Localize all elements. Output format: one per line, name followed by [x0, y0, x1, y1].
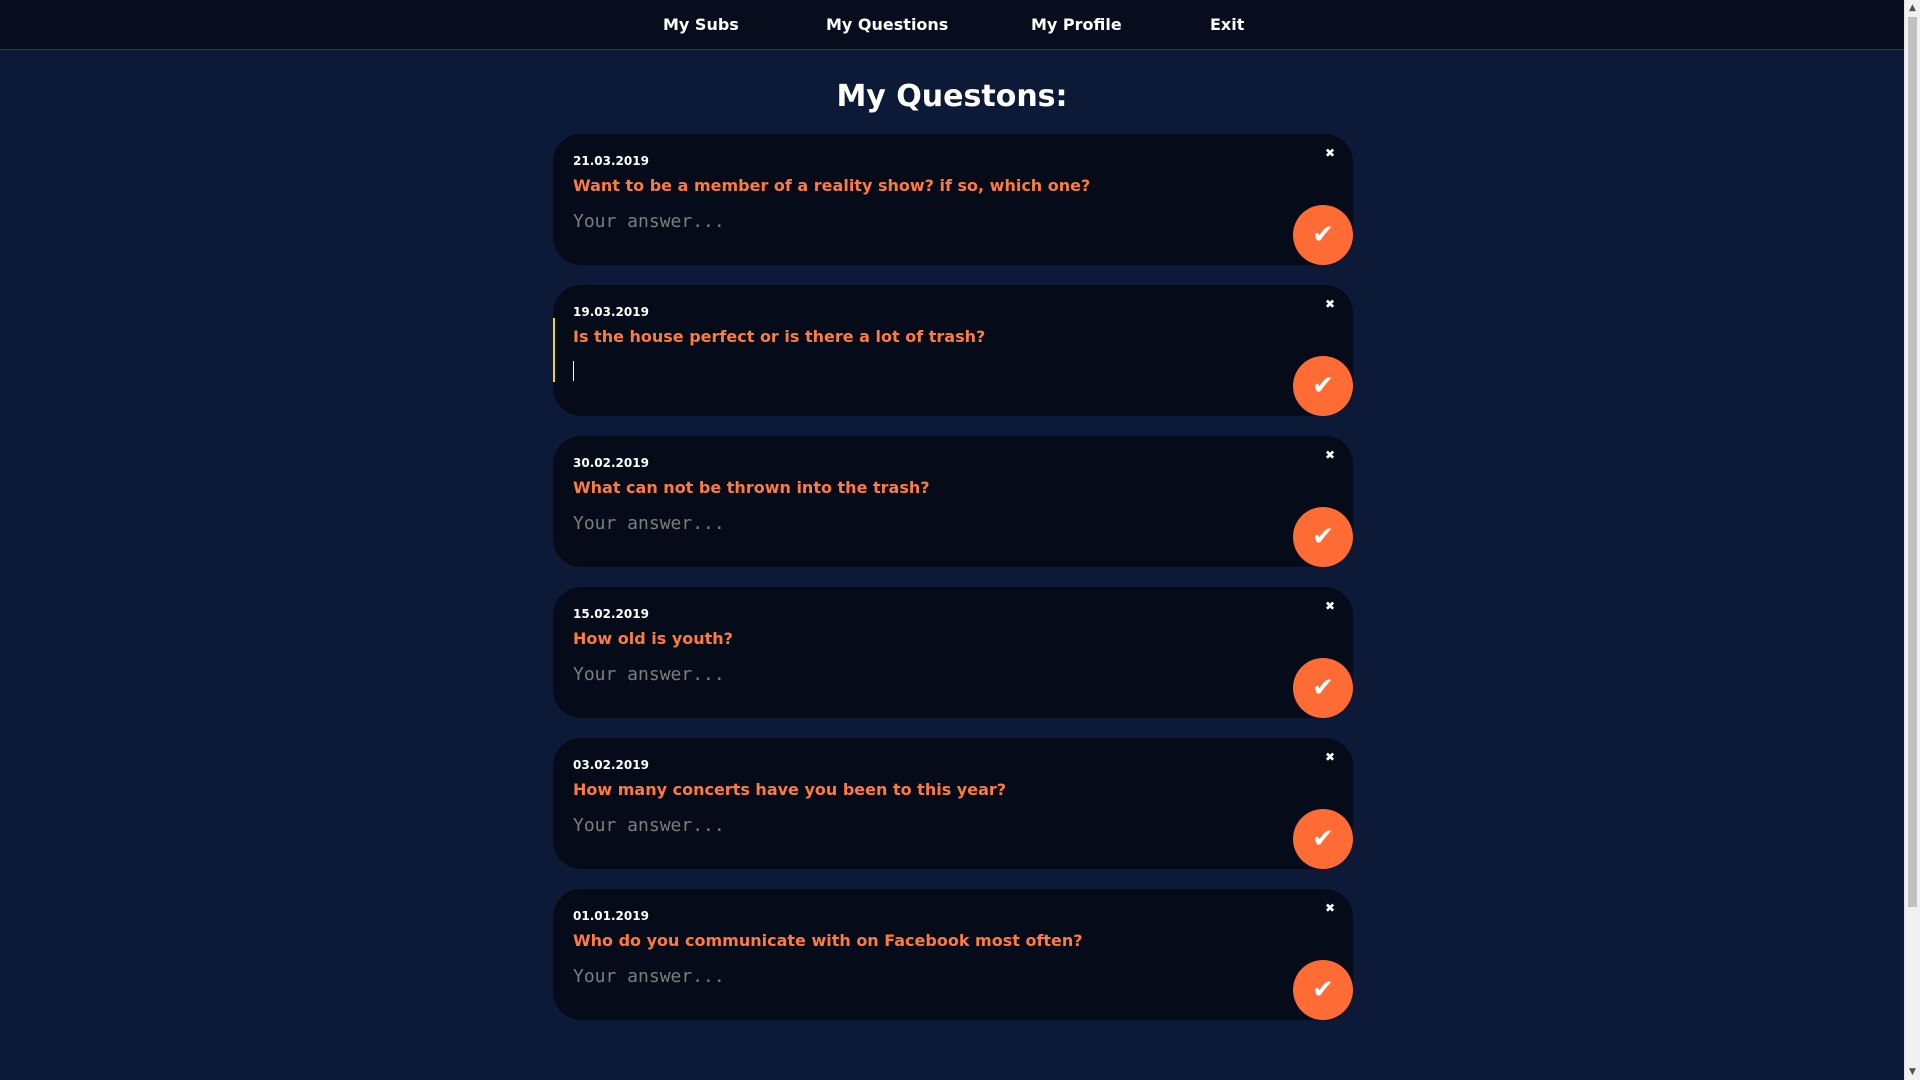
answer-input[interactable] — [573, 963, 1213, 991]
answer-input[interactable] — [573, 359, 1213, 387]
submit-answer-button[interactable]: ✔ — [1293, 658, 1353, 718]
scroll-down-arrow-icon[interactable]: ▼ — [1905, 1064, 1920, 1080]
answer-input[interactable] — [573, 812, 1213, 840]
question-card: 15.02.2019 How old is youth? ✖ ✔ — [553, 587, 1353, 718]
submit-answer-button[interactable]: ✔ — [1293, 356, 1353, 416]
question-card: 19.03.2019 Is the house perfect or is the… — [553, 285, 1353, 416]
checkmark-icon: ✔ — [1312, 522, 1334, 552]
question-date: 21.03.2019 — [573, 154, 649, 168]
checkmark-icon: ✔ — [1312, 975, 1334, 1005]
question-text: How old is youth? — [573, 629, 733, 648]
question-text: Who do you communicate with on Facebook … — [573, 931, 1083, 950]
nav-my-subs[interactable]: My Subs — [663, 14, 739, 36]
close-icon[interactable]: ✖ — [1323, 146, 1337, 160]
question-text: What can not be thrown into the trash? — [573, 478, 930, 497]
checkmark-icon: ✔ — [1312, 220, 1334, 250]
close-icon[interactable]: ✖ — [1323, 750, 1337, 764]
question-card: 30.02.2019 What can not be thrown into th… — [553, 436, 1353, 567]
checkmark-icon: ✔ — [1312, 824, 1334, 854]
close-icon[interactable]: ✖ — [1323, 599, 1337, 613]
top-nav: My Subs My Questions My Profile Exit — [0, 0, 1904, 50]
question-card: 21.03.2019 Want to be a member of a reali… — [553, 134, 1353, 265]
question-date: 30.02.2019 — [573, 456, 649, 470]
page: My Subs My Questions My Profile Exit My … — [0, 0, 1920, 1080]
question-date: 03.02.2019 — [573, 758, 649, 772]
nav-my-profile[interactable]: My Profile — [1031, 14, 1122, 36]
submit-answer-button[interactable]: ✔ — [1293, 809, 1353, 869]
answer-input[interactable] — [573, 208, 1213, 236]
question-date: 19.03.2019 — [573, 305, 649, 319]
submit-answer-button[interactable]: ✔ — [1293, 507, 1353, 567]
focus-indicator — [553, 318, 555, 382]
question-date: 15.02.2019 — [573, 607, 649, 621]
question-text: Want to be a member of a reality show? i… — [573, 176, 1091, 195]
nav-my-questions[interactable]: My Questions — [826, 14, 948, 36]
question-text: How many concerts have you been to this … — [573, 780, 1007, 799]
scrollbar-thumb[interactable] — [1908, 17, 1917, 907]
text-cursor — [573, 361, 574, 381]
page-title: My Questons: — [836, 79, 1068, 114]
checkmark-icon: ✔ — [1312, 371, 1334, 401]
close-icon[interactable]: ✖ — [1323, 901, 1337, 915]
submit-answer-button[interactable]: ✔ — [1293, 960, 1353, 1020]
question-card: 01.01.2019 Who do you communicate with on… — [553, 889, 1353, 1020]
question-text: Is the house perfect or is there a lot o… — [573, 327, 986, 346]
vertical-scrollbar[interactable]: ▲ ▼ — [1904, 0, 1920, 1080]
scroll-up-arrow-icon[interactable]: ▲ — [1905, 0, 1920, 16]
close-icon[interactable]: ✖ — [1323, 297, 1337, 311]
question-date: 01.01.2019 — [573, 909, 649, 923]
answer-input[interactable] — [573, 510, 1213, 538]
submit-answer-button[interactable]: ✔ — [1293, 205, 1353, 265]
nav-exit[interactable]: Exit — [1210, 14, 1244, 36]
close-icon[interactable]: ✖ — [1323, 448, 1337, 462]
answer-input[interactable] — [573, 661, 1213, 689]
checkmark-icon: ✔ — [1312, 673, 1334, 703]
question-card: 03.02.2019 How many concerts have you bee… — [553, 738, 1353, 869]
